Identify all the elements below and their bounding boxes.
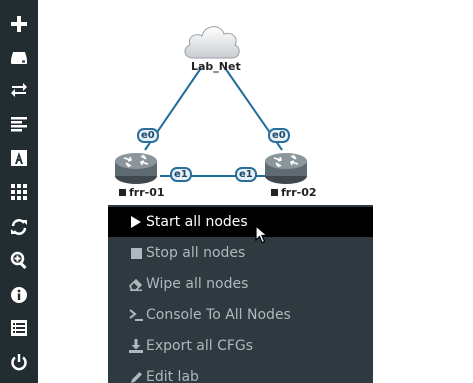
node-status-indicator	[119, 189, 126, 196]
stop-icon	[128, 247, 144, 259]
mouse-cursor-icon	[255, 224, 269, 248]
refresh-icon[interactable]	[0, 212, 38, 242]
pencil-icon	[128, 371, 144, 383]
grid-icon[interactable]	[0, 177, 38, 207]
cloud-label: Lab_Net	[191, 60, 241, 73]
interface-label-frr01-e1: e1	[170, 167, 192, 182]
menu-item-start-all-nodes[interactable]: Start all nodes	[108, 207, 373, 237]
exchange-icon[interactable]	[0, 75, 38, 105]
interface-label-frr01-e0: e0	[137, 128, 159, 143]
font-icon[interactable]	[0, 143, 38, 173]
play-icon	[128, 216, 144, 228]
menu-item-edit-lab[interactable]: Edit lab	[108, 362, 373, 383]
router-icon[interactable]	[114, 150, 158, 186]
eraser-icon	[128, 278, 144, 291]
menu-item-stop-all-nodes[interactable]: Stop all nodes	[108, 238, 373, 268]
menu-item-export-all-cfgs[interactable]: Export all CFGs	[108, 331, 373, 361]
zoom-in-icon[interactable]	[0, 245, 38, 275]
info-icon[interactable]	[0, 280, 38, 310]
router-icon[interactable]	[264, 150, 308, 186]
node-status-indicator	[271, 189, 278, 196]
list-icon[interactable]	[0, 313, 38, 343]
node-label-frr-01: frr-01	[119, 186, 165, 199]
power-icon[interactable]	[0, 347, 38, 377]
hdd-icon[interactable]	[0, 42, 38, 72]
terminal-icon	[128, 309, 144, 321]
interface-label-frr02-e1: e1	[235, 167, 257, 182]
download-icon	[128, 339, 144, 353]
cloud-icon[interactable]	[181, 20, 243, 60]
plus-icon[interactable]	[0, 9, 38, 39]
menu-item-console-to-all-nodes[interactable]: Console To All Nodes	[108, 300, 373, 330]
align-left-icon[interactable]	[0, 109, 38, 139]
context-menu: Start all nodes Stop all nodes Wipe all …	[108, 205, 373, 383]
menu-item-wipe-all-nodes[interactable]: Wipe all nodes	[108, 269, 373, 299]
sidebar	[0, 0, 38, 383]
interface-label-frr02-e0: e0	[268, 128, 290, 143]
node-label-frr-02: frr-02	[271, 186, 317, 199]
